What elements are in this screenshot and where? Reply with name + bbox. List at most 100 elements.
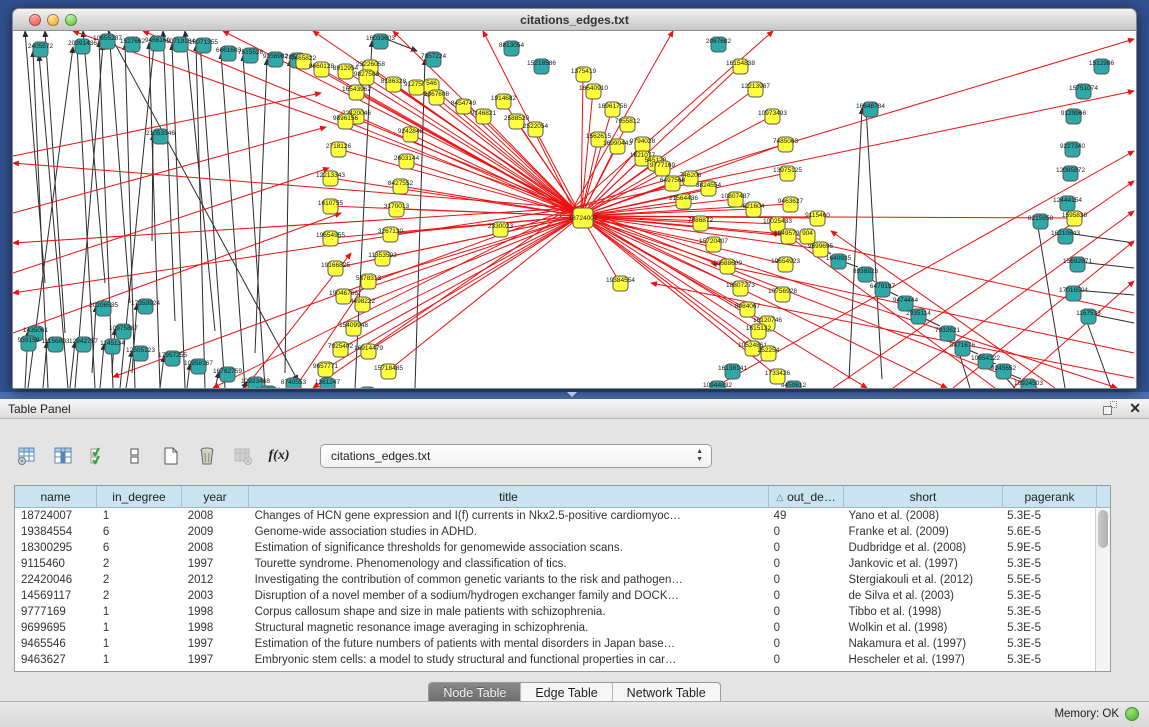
table-cell: 2008 (182, 540, 249, 556)
table-row[interactable]: 1938455462009Genome-wide association stu… (15, 524, 1095, 540)
graph-node-label: 19166825 (321, 262, 350, 269)
table-cell: Estimation of the future numbers of pati… (249, 636, 768, 652)
table-cell: Tibbo et al. (1998) (842, 604, 1001, 620)
table-cell: 2 (97, 556, 182, 572)
window-titlebar[interactable]: citations_edges.txt (13, 9, 1136, 31)
graph-node-label: 16210643 (1051, 230, 1080, 237)
network-view-window[interactable]: citations_edges.txt 18724007240557220391… (12, 8, 1137, 389)
table-cell: 2012 (182, 572, 249, 588)
graph-node-label: 21564436 (669, 195, 698, 202)
graph-node-label: 10975887 (109, 325, 138, 332)
new-column-icon[interactable] (158, 443, 184, 469)
graph-node-label: 8084067 (735, 303, 761, 310)
graph-node-label: 16640910 (579, 85, 608, 92)
table-cell: 5.3E-5 (1001, 636, 1095, 652)
graph-node-label: 7925402 (328, 343, 354, 350)
graph-node-label: 12942757 (69, 338, 98, 345)
column-header-in_degree[interactable]: in_degree (97, 486, 182, 508)
table-row[interactable]: 969969511998Structural magnetic resonanc… (15, 620, 1095, 636)
table-cell: Nakamura et al. (1997) (842, 636, 1001, 652)
graph-node-label: 12505123 (126, 347, 155, 354)
table-cell: 2 (97, 572, 182, 588)
tab-network-table[interactable]: Network Table (613, 683, 720, 703)
graph-node-label: 16782759 (213, 368, 242, 375)
table-row[interactable]: 946362711997Embryonic stem cells: a mode… (15, 652, 1095, 668)
table-cell: Franke et al. (2009) (842, 524, 1001, 540)
column-header-short[interactable]: short (844, 486, 1003, 508)
column-header-year[interactable]: year (182, 486, 249, 508)
table-row[interactable]: 1872400712008Changes of HCN gene express… (15, 508, 1095, 524)
show-columns-icon[interactable] (50, 443, 76, 469)
graph-node-label: 9896156 (333, 115, 359, 122)
float-panel-icon[interactable] (1103, 401, 1117, 415)
table-mode-icon[interactable] (14, 443, 40, 469)
table-row[interactable]: 2242004622012Investigating the contribut… (15, 572, 1095, 588)
graph-node-label: 8813054 (499, 42, 525, 49)
graph-node-label: 9129966 (1061, 110, 1087, 117)
function-builder-label: f(x) (269, 448, 290, 464)
table-cell: Jankovic et al. (1997) (842, 556, 1001, 572)
column-header-label: year (203, 490, 226, 504)
node-table-header[interactable]: name in_degree year title △out_de…shortpager… (15, 486, 1110, 508)
graph-node-label: 8186328 (381, 78, 407, 85)
table-cell: 1 (97, 508, 182, 524)
table-cell: Structural magnetic resonance image aver… (249, 620, 768, 636)
graph-node-label: 6479197 (870, 283, 896, 290)
table-cell: 5.3E-5 (1001, 604, 1095, 620)
graph-node-label: 9450612 (781, 382, 807, 388)
tab-edge-table[interactable]: Edge Table (521, 683, 612, 703)
network-graph[interactable]: 1872400724055722039143610655287152766294… (13, 31, 1136, 388)
graph-node-label: 5878312 (356, 275, 382, 282)
table-row[interactable]: 977716911998Corpus callosum shape and si… (15, 604, 1095, 620)
network-canvas[interactable]: 1872400724055722039143610655287152766294… (13, 31, 1136, 388)
table-cell: 0 (768, 620, 843, 636)
dropdown-stepper-icon: ▲▼ (696, 448, 703, 464)
delete-column-icon[interactable] (194, 443, 220, 469)
graph-node-label: 20206535 (89, 302, 118, 309)
table-row[interactable]: 946554611997Estimation of the future num… (15, 636, 1095, 652)
graph-node-label: 1914682 (491, 95, 517, 102)
table-row[interactable]: 1830029562008Estimation of significance … (15, 540, 1095, 556)
graph-node-label: 7986872 (688, 217, 714, 224)
column-header-label: title (499, 490, 518, 504)
unselect-all-icon[interactable] (122, 443, 148, 469)
graph-node-label: 15409948 (339, 322, 368, 329)
memory-ok-indicator[interactable] (1125, 707, 1139, 721)
table-cell: Disruption of a novel member of a sodium… (249, 588, 768, 604)
graph-node-label: 19046766 (329, 290, 358, 297)
graph-node-label: 9474444 (893, 297, 919, 304)
table-selector-dropdown[interactable]: citations_edges.txt▲▼ (320, 444, 712, 468)
column-header-title[interactable]: title (249, 486, 769, 508)
table-cell: 5.3E-5 (1001, 652, 1095, 668)
vertical-scrollbar[interactable] (1095, 508, 1110, 671)
delete-table-icon[interactable] (230, 443, 256, 469)
table-row[interactable]: 1456911722003Disruption of a novel membe… (15, 588, 1095, 604)
graph-node-label: 9242848 (398, 128, 424, 135)
node-table-body[interactable]: 1872400712008Changes of HCN gene express… (15, 508, 1095, 671)
graph-node-label: 10944832 (703, 382, 732, 388)
graph-node-label: 9115460 (805, 212, 830, 219)
column-header-out_de[interactable]: △out_de… (769, 486, 844, 508)
memory-status-label: Memory: OK (1054, 708, 1119, 720)
column-header-name[interactable]: name (15, 486, 97, 508)
table-cell: 18300295 (15, 540, 97, 556)
select-all-icon[interactable] (86, 443, 112, 469)
graph-node-label: 15692871 (1063, 258, 1092, 265)
table-row[interactable]: 911546021997Tourette syndrome. Phenomeno… (15, 556, 1095, 572)
table-cell: Embryonic stem cells: a model to study s… (249, 652, 768, 668)
column-header-pagerank[interactable]: pagerank (1003, 486, 1097, 508)
function-builder-icon[interactable]: f(x) (266, 443, 292, 469)
scrollbar-thumb[interactable] (1098, 510, 1108, 548)
graph-node-label: 1361247 (315, 379, 341, 386)
table-cell: de Silva et al. (2003) (842, 588, 1001, 604)
graph-node-label: 15751074 (1069, 85, 1098, 92)
table-panel-header: Table Panel ✕ (0, 399, 1149, 419)
graph-node-label: 8215958 (1028, 215, 1054, 222)
table-cell: 5.3E-5 (1001, 588, 1095, 604)
window-title: citations_edges.txt (13, 13, 1136, 27)
split-pane-handle[interactable] (567, 392, 577, 397)
tab-node-table[interactable]: Node Table (429, 683, 521, 703)
close-panel-icon[interactable]: ✕ (1129, 401, 1141, 415)
column-header-label: in_degree (112, 490, 165, 504)
graph-node-label: 9463627 (778, 198, 804, 205)
